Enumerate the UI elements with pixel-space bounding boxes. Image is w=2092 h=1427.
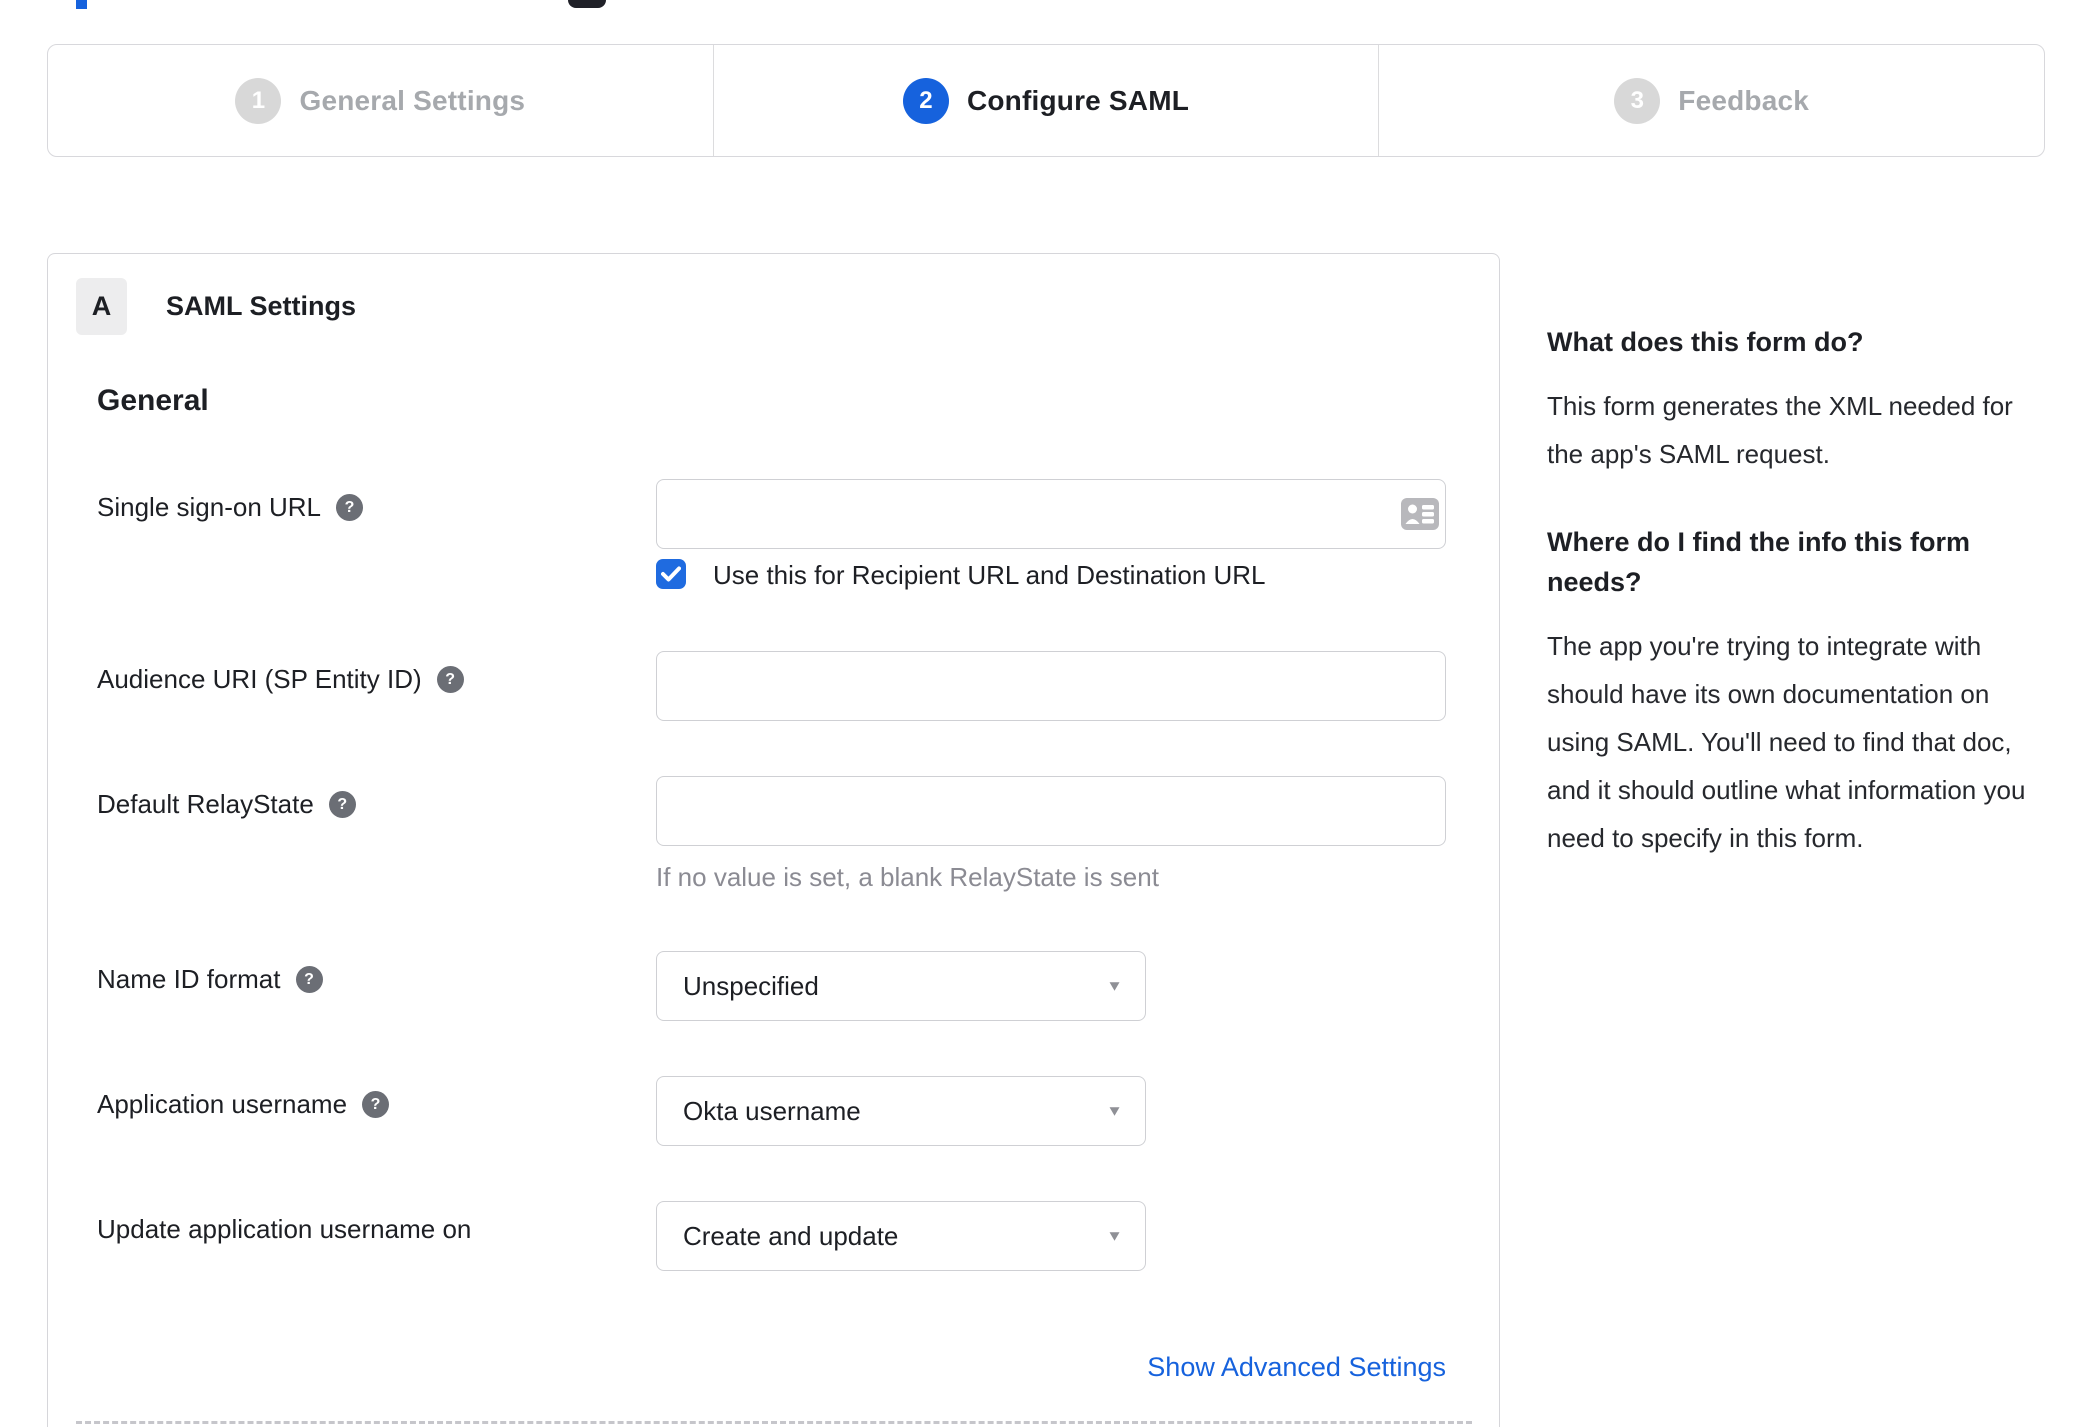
field-label-text: Default RelayState <box>97 789 314 819</box>
field-label-text: Name ID format <box>97 964 281 994</box>
selected-value: Unspecified <box>683 970 819 1001</box>
sidebar-section-what: What does this form do? This form genera… <box>1547 322 2039 478</box>
section-divider <box>76 1421 1472 1424</box>
sidebar-heading: Where do I find the info this form needs… <box>1547 527 1970 597</box>
audience-uri-input[interactable] <box>656 651 1446 721</box>
sidebar-body: The app you're trying to integrate with … <box>1547 631 2026 853</box>
show-advanced-settings-link[interactable]: Show Advanced Settings <box>1147 1352 1446 1382</box>
recipient-url-checkbox[interactable] <box>656 559 686 589</box>
checkmark-icon <box>661 566 681 582</box>
field-label-text: Audience URI (SP Entity ID) <box>97 664 422 694</box>
relaystate-label: Default RelayState ? <box>97 789 356 820</box>
panel-title: SAML Settings <box>166 291 357 321</box>
selected-value: Okta username <box>683 1095 861 1126</box>
relaystate-hint: If no value is set, a blank RelayState i… <box>656 862 1159 892</box>
update-username-select[interactable]: Create and update ▼ <box>656 1201 1146 1271</box>
relaystate-input[interactable] <box>656 776 1446 846</box>
field-label-text: Update application username on <box>97 1214 472 1244</box>
sso-url-label: Single sign-on URL ? <box>97 492 364 523</box>
step-general-settings[interactable]: 1 General Settings <box>48 45 713 156</box>
field-label-text: Single sign-on URL <box>97 492 322 522</box>
help-icon[interactable]: ? <box>295 966 323 993</box>
sidebar-section-where: Where do I find the info this form needs… <box>1547 522 2039 862</box>
update-username-label: Update application username on <box>97 1214 471 1245</box>
sidebar-body: This form generates the XML needed for t… <box>1547 391 2013 469</box>
step-feedback[interactable]: 3 Feedback <box>1378 45 2044 156</box>
cutoff-dark-fragment <box>568 0 606 8</box>
chevron-down-icon: ▼ <box>1106 1227 1123 1244</box>
wizard-stepper: 1 General Settings 2 Configure SAML 3 Fe… <box>47 44 2045 157</box>
sidebar-heading: What does this form do? <box>1547 327 1864 357</box>
field-label-text: Application username <box>97 1089 348 1119</box>
help-icon[interactable]: ? <box>362 1091 390 1118</box>
step-number-badge: 3 <box>1614 77 1661 124</box>
advanced-settings-row: Show Advanced Settings <box>656 1352 1446 1383</box>
application-username-label: Application username ? <box>97 1089 390 1120</box>
help-sidebar: What does this form do? This form genera… <box>1547 322 2039 862</box>
step-number-badge: 1 <box>235 77 282 124</box>
help-icon[interactable]: ? <box>328 791 356 818</box>
audience-uri-label: Audience URI (SP Entity ID) ? <box>97 664 464 695</box>
cutoff-blue-fragment <box>76 0 87 9</box>
sso-url-input[interactable] <box>656 479 1446 549</box>
selected-value: Create and update <box>683 1220 899 1251</box>
step-number-badge: 2 <box>902 77 949 124</box>
step-label: Configure SAML <box>966 84 1190 116</box>
chevron-down-icon: ▼ <box>1106 1102 1123 1119</box>
application-username-select[interactable]: Okta username ▼ <box>656 1076 1146 1146</box>
general-section-heading: General <box>97 384 209 417</box>
help-icon[interactable]: ? <box>336 494 364 521</box>
chevron-down-icon: ▼ <box>1106 977 1123 994</box>
step-label: General Settings <box>299 84 526 116</box>
section-a-badge: A <box>76 278 127 335</box>
contact-card-icon[interactable] <box>1400 497 1440 531</box>
name-id-format-select[interactable]: Unspecified ▼ <box>656 951 1146 1021</box>
name-id-format-label: Name ID format ? <box>97 964 323 995</box>
help-icon[interactable]: ? <box>436 666 464 693</box>
saml-settings-panel: A SAML Settings General Single sign-on U… <box>47 253 1500 1427</box>
step-label: Feedback <box>1678 84 1810 116</box>
recipient-url-checkbox-label: Use this for Recipient URL and Destinati… <box>713 560 1266 590</box>
step-configure-saml[interactable]: 2 Configure SAML <box>712 45 1379 156</box>
